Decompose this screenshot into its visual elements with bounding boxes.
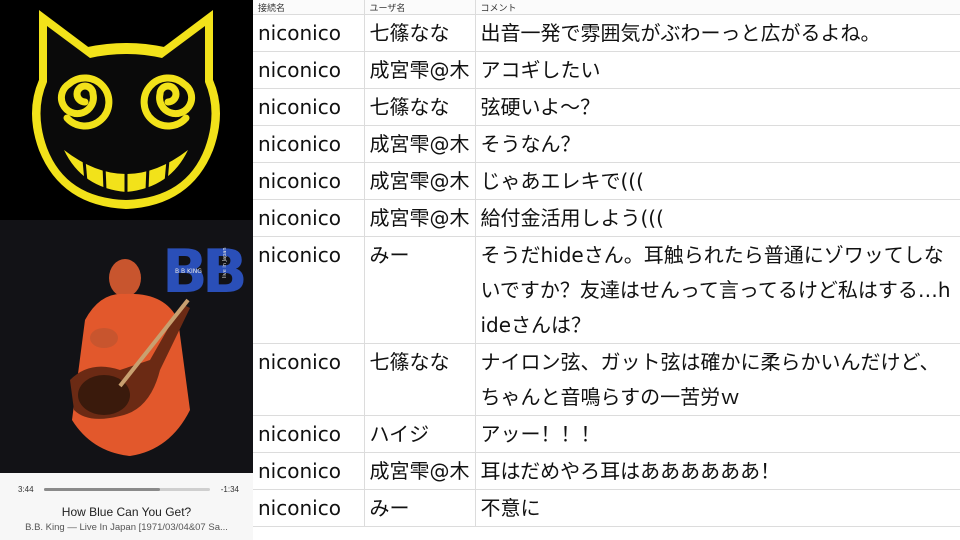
column-header-comment[interactable]: コメント <box>475 0 960 15</box>
media-player: 3:44 -1:34 How Blue Can You Get? B.B. Ki… <box>0 473 253 540</box>
cell-comment: アッー！！！ <box>475 415 960 453</box>
album-bb-text: B B KING <box>175 268 202 275</box>
cell-user: 成宮雫@木 <box>364 51 476 89</box>
table-row[interactable]: niconico 成宮雫@木 耳はだめやろ耳はああああああ！ <box>253 452 960 490</box>
cell-source: niconico <box>253 452 365 490</box>
cell-comment: 耳はだめやろ耳はああああああ！ <box>475 452 960 490</box>
cell-comment: 給付金活用しよう((( <box>475 199 960 237</box>
cell-user: ハイジ <box>364 415 476 453</box>
cell-source: niconico <box>253 489 365 527</box>
column-header-source[interactable]: 接続名 <box>253 0 365 15</box>
cell-user: みー <box>364 489 476 527</box>
table-row[interactable]: niconico 成宮雫@木 そうなん？ <box>253 125 960 163</box>
track-title: How Blue Can You Get? <box>61 505 192 519</box>
table-row[interactable]: niconico 成宮雫@木 アコギしたい <box>253 51 960 89</box>
elapsed-time: 3:44 <box>18 485 34 494</box>
cell-comment: ナイロン弦、ガット弦は確かに柔らかいんだけど、ちゃんと音鳴らすの一苦労ｗ <box>475 343 960 416</box>
cell-user: 七篠なな <box>364 14 476 52</box>
cell-user: 成宮雫@木 <box>364 125 476 163</box>
table-row[interactable]: niconico 成宮雫@木 給付金活用しよう((( <box>253 199 960 237</box>
cell-source: niconico <box>253 51 365 89</box>
track-subtitle: B.B. King — Live In Japan [1971/03/04&07… <box>25 522 228 533</box>
table-row[interactable]: niconico 七篠なな ナイロン弦、ガット弦は確かに柔らかいんだけど、ちゃんと音… <box>253 343 960 416</box>
column-header-user[interactable]: ユーザ名 <box>364 0 476 15</box>
cell-source: niconico <box>253 88 365 126</box>
cell-source: niconico <box>253 343 365 416</box>
cell-comment: じゃあエレキで((( <box>475 162 960 200</box>
cell-source: niconico <box>253 162 365 200</box>
cell-user: 成宮雫@木 <box>364 162 476 200</box>
table-row[interactable]: niconico 七篠なな 弦硬いよ～？ <box>253 88 960 126</box>
table-row[interactable]: niconico みー そうだhideさん。耳触られたら普通にゾワッてしないですか？… <box>253 236 960 344</box>
cell-source: niconico <box>253 236 365 344</box>
cell-user: みー <box>364 236 476 344</box>
cell-source: niconico <box>253 125 365 163</box>
table-row[interactable]: niconico ハイジ アッー！！！ <box>253 415 960 453</box>
table-row[interactable]: niconico 成宮雫@木 じゃあエレキで((( <box>253 162 960 200</box>
cell-source: niconico <box>253 199 365 237</box>
cell-user: 成宮雫@木 <box>364 199 476 237</box>
cell-comment: 弦硬いよ～？ <box>475 88 960 126</box>
cell-user: 成宮雫@木 <box>364 452 476 490</box>
progress-fill <box>44 488 161 491</box>
cell-comment: アコギしたい <box>475 51 960 89</box>
album-art: B B B B KING live in Japan <box>0 220 253 473</box>
table-header-row: 接続名 ユーザ名 コメント <box>253 0 960 15</box>
cell-comment: そうなん？ <box>475 125 960 163</box>
cell-source: niconico <box>253 415 365 453</box>
cell-comment: そうだhideさん。耳触られたら普通にゾワッてしないですか？友達はせんって言って… <box>475 236 960 344</box>
cell-comment: 出音一発で雰囲気がぶわーっと広がるよね。 <box>475 14 960 52</box>
remaining-time: -1:34 <box>220 485 239 494</box>
cell-user: 七篠なな <box>364 343 476 416</box>
cell-user: 七篠なな <box>364 88 476 126</box>
album-live-text: live in Japan <box>222 248 228 279</box>
cell-comment: 不意に <box>475 489 960 527</box>
cell-source: niconico <box>253 14 365 52</box>
cat-logo <box>0 0 253 220</box>
table-row[interactable]: niconico みー 不意に <box>253 489 960 527</box>
media-panel: B B B B KING live in Japan 3:44 -1:34 Ho… <box>0 0 253 540</box>
progress-bar[interactable] <box>44 488 210 491</box>
comment-table: 接続名 ユーザ名 コメント niconico 七篠なな 出音一発で雰囲気がぶわーっと… <box>253 0 960 540</box>
table-row[interactable]: niconico 七篠なな 出音一発で雰囲気がぶわーっと広がるよね。 <box>253 14 960 52</box>
